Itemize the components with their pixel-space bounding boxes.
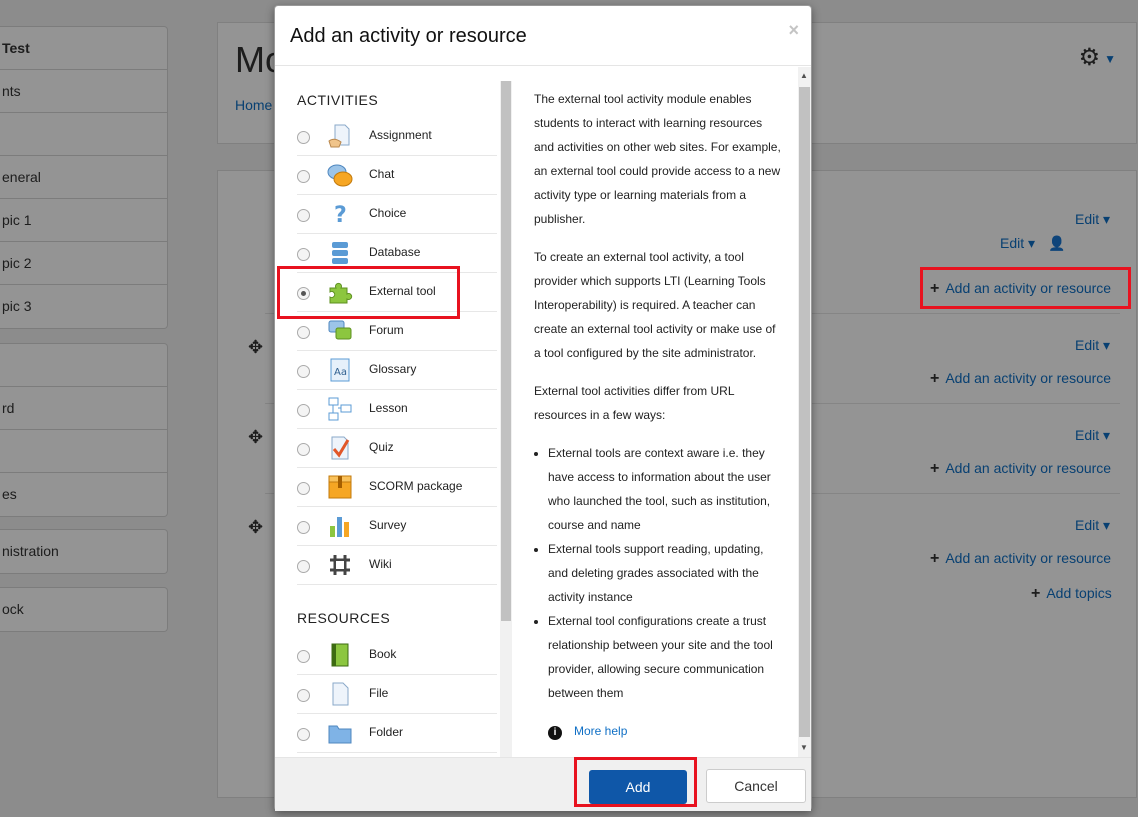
option-quiz[interactable]: Quiz [275, 429, 497, 468]
file-icon [332, 682, 349, 706]
option-label: Lesson [369, 401, 408, 415]
description-pane: The external tool activity module enable… [515, 67, 798, 757]
more-help-link[interactable]: i More help [534, 719, 784, 743]
modal-title: Add an activity or resource [290, 25, 527, 47]
option-label: Survey [369, 518, 407, 532]
chat-icon [327, 164, 353, 187]
choice-icon: ? [334, 203, 347, 227]
options-scrollbar[interactable] [500, 81, 512, 757]
activity-chooser-dialog: Add an activity or resource × ACTIVITIES… [274, 5, 812, 811]
option-book[interactable]: Book [275, 636, 497, 675]
close-icon[interactable]: × [788, 20, 799, 41]
lesson-icon [328, 397, 352, 421]
quiz-icon [331, 436, 350, 460]
option-wiki[interactable]: Wiki [275, 546, 497, 585]
scroll-down-icon[interactable]: ▼ [800, 743, 808, 752]
radio-button[interactable] [297, 650, 310, 663]
scrollbar-thumb[interactable] [501, 81, 511, 621]
description-paragraph: External tool activities differ from URL… [534, 384, 735, 422]
option-label: Choice [369, 206, 407, 220]
scrollbar-thumb[interactable] [799, 87, 810, 737]
forum-icon [328, 320, 352, 340]
option-scorm[interactable]: SCORM package [275, 468, 497, 507]
option-label: File [369, 686, 389, 700]
option-chat[interactable]: Chat [275, 156, 497, 195]
description-text: The external tool activity module enable… [534, 87, 784, 743]
modal-footer: Add Cancel [275, 757, 811, 811]
description-list: External tools are context aware i.e. th… [534, 441, 784, 705]
option-assignment[interactable]: Assignment [275, 117, 497, 156]
modal-header: Add an activity or resource × [275, 6, 811, 66]
svg-text:?: ? [334, 203, 347, 227]
description-paragraph: To create an external tool activity, a t… [534, 250, 776, 360]
option-label: Quiz [369, 440, 394, 454]
resources-heading: RESOURCES [297, 610, 391, 626]
radio-button[interactable] [297, 209, 310, 222]
option-label: Book [369, 647, 397, 661]
info-icon: i [548, 726, 562, 740]
svg-text:Aa: Aa [334, 367, 347, 378]
option-label: SCORM package [369, 479, 463, 493]
divider [297, 752, 497, 753]
assignment-icon [328, 124, 350, 148]
option-folder[interactable]: Folder [275, 714, 497, 753]
list-item: External tool configurations create a tr… [548, 609, 784, 705]
scroll-up-icon[interactable]: ▲ [800, 71, 808, 80]
option-glossary[interactable]: Aa Glossary [275, 351, 497, 390]
option-choice[interactable]: ? Choice [275, 195, 497, 234]
option-lesson[interactable]: Lesson [275, 390, 497, 429]
option-label: Assignment [369, 128, 432, 142]
radio-button[interactable] [297, 365, 310, 378]
description-paragraph: The external tool activity module enable… [534, 92, 781, 226]
radio-button[interactable] [297, 131, 310, 144]
description-scrollbar[interactable]: ▲ ▼ [798, 67, 811, 757]
highlight-box [920, 267, 1131, 309]
radio-button[interactable] [297, 404, 310, 417]
radio-button[interactable] [297, 560, 310, 573]
option-label: Forum [369, 323, 404, 337]
highlight-box [574, 757, 697, 807]
option-file[interactable]: File [275, 675, 497, 714]
option-label: Glossary [369, 362, 417, 376]
radio-button[interactable] [297, 443, 310, 456]
radio-button[interactable] [297, 728, 310, 741]
options-list: ACTIVITIES Assignment Chat ? Choice Data… [275, 67, 514, 757]
option-label: Wiki [369, 557, 392, 571]
radio-button[interactable] [297, 326, 310, 339]
radio-button[interactable] [297, 482, 310, 495]
option-label: Folder [369, 725, 404, 739]
wiki-icon [330, 555, 350, 575]
cancel-button[interactable]: Cancel [706, 769, 806, 803]
option-label: Database [369, 245, 421, 259]
glossary-icon: Aa [330, 358, 350, 382]
activities-heading: ACTIVITIES [297, 92, 379, 108]
option-label: Chat [369, 167, 395, 181]
survey-icon [330, 517, 349, 537]
list-item: External tools are context aware i.e. th… [548, 441, 784, 537]
radio-button[interactable] [297, 689, 310, 702]
scorm-icon [328, 475, 352, 499]
book-icon [331, 643, 349, 667]
radio-button[interactable] [297, 521, 310, 534]
radio-button[interactable] [297, 248, 310, 261]
list-item: External tools support reading, updating… [548, 537, 784, 609]
database-icon [332, 242, 348, 264]
highlight-box [277, 266, 460, 319]
folder-icon [328, 725, 352, 744]
option-survey[interactable]: Survey [275, 507, 497, 546]
radio-button[interactable] [297, 170, 310, 183]
divider [297, 584, 497, 585]
more-help-label: More help [574, 724, 628, 738]
